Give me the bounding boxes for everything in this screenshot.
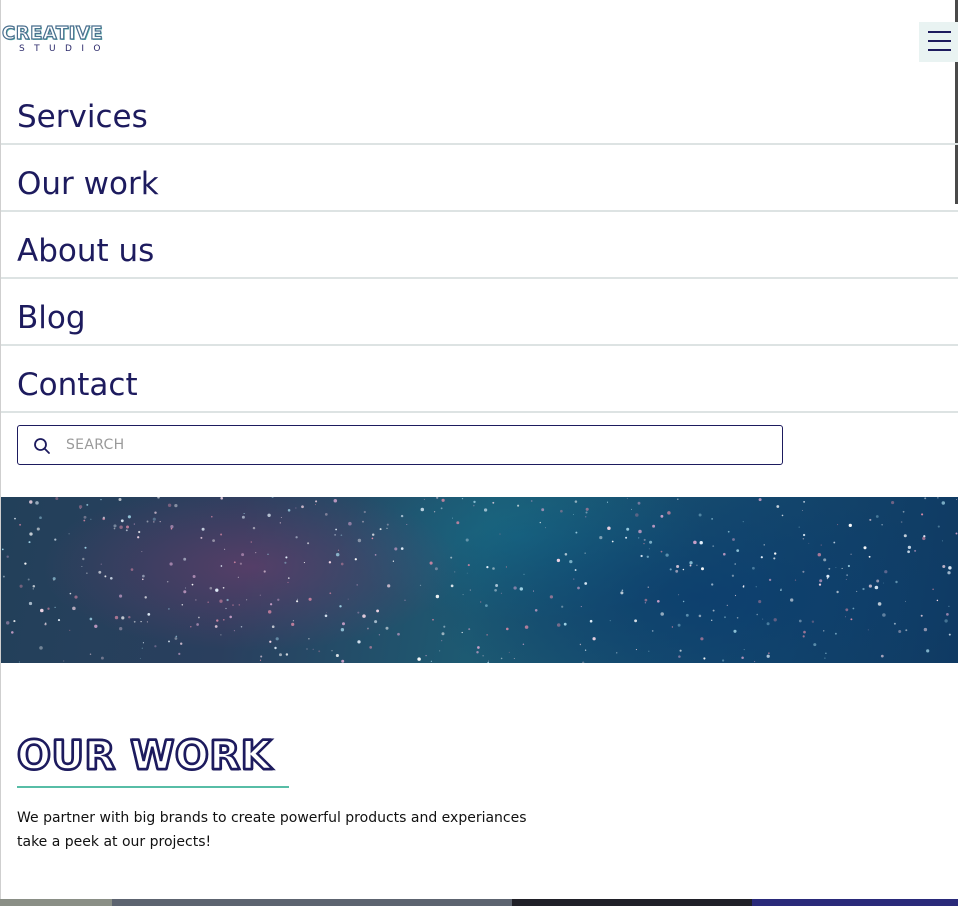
nav-item-services[interactable]: Services <box>1 78 958 145</box>
nav-item-label: Contact <box>17 367 138 403</box>
hamburger-menu-icon-bar-bottom <box>928 49 951 51</box>
our-work-intro: We partner with big brands to create pow… <box>17 806 577 854</box>
our-work-underline <box>17 786 289 788</box>
hamburger-menu-button[interactable] <box>919 22 958 62</box>
nav-item-blog[interactable]: Blog <box>1 279 958 346</box>
search-box <box>17 425 783 465</box>
project-thumbnail[interactable] <box>752 899 958 906</box>
project-thumbnail[interactable] <box>112 899 512 906</box>
our-work-intro-line: take a peek at our projects! <box>17 834 212 850</box>
project-thumbnails-row <box>0 899 958 906</box>
project-thumbnail[interactable] <box>512 899 752 906</box>
nav-item-about-us[interactable]: About us <box>1 212 958 279</box>
logo-wordmark: CREATIVE <box>1 23 104 44</box>
our-work-intro-line: We partner with big brands to create pow… <box>17 810 527 826</box>
hamburger-menu-icon-bar-middle <box>928 40 951 42</box>
our-work-heading: OUR WORK <box>16 732 273 781</box>
hero-banner-image <box>1 497 958 663</box>
nav-item-label: Services <box>17 99 148 135</box>
project-thumbnail[interactable] <box>0 899 112 906</box>
logo-subtitle: STUDIO <box>19 44 110 54</box>
creative-studio-logo[interactable]: CREATIVE STUDIO <box>1 23 114 56</box>
main-navigation: Services Our work About us Blog Contact <box>1 78 958 413</box>
nav-item-label: Blog <box>17 300 86 336</box>
nav-item-label: Our work <box>17 166 159 202</box>
glitter-texture <box>1 497 958 663</box>
nav-item-label: About us <box>17 233 155 269</box>
search-icon[interactable] <box>33 437 51 455</box>
nav-item-our-work[interactable]: Our work <box>1 145 958 212</box>
hamburger-menu-icon-bar-top <box>928 31 951 33</box>
search-input[interactable] <box>66 426 766 464</box>
nav-item-contact[interactable]: Contact <box>1 346 958 413</box>
